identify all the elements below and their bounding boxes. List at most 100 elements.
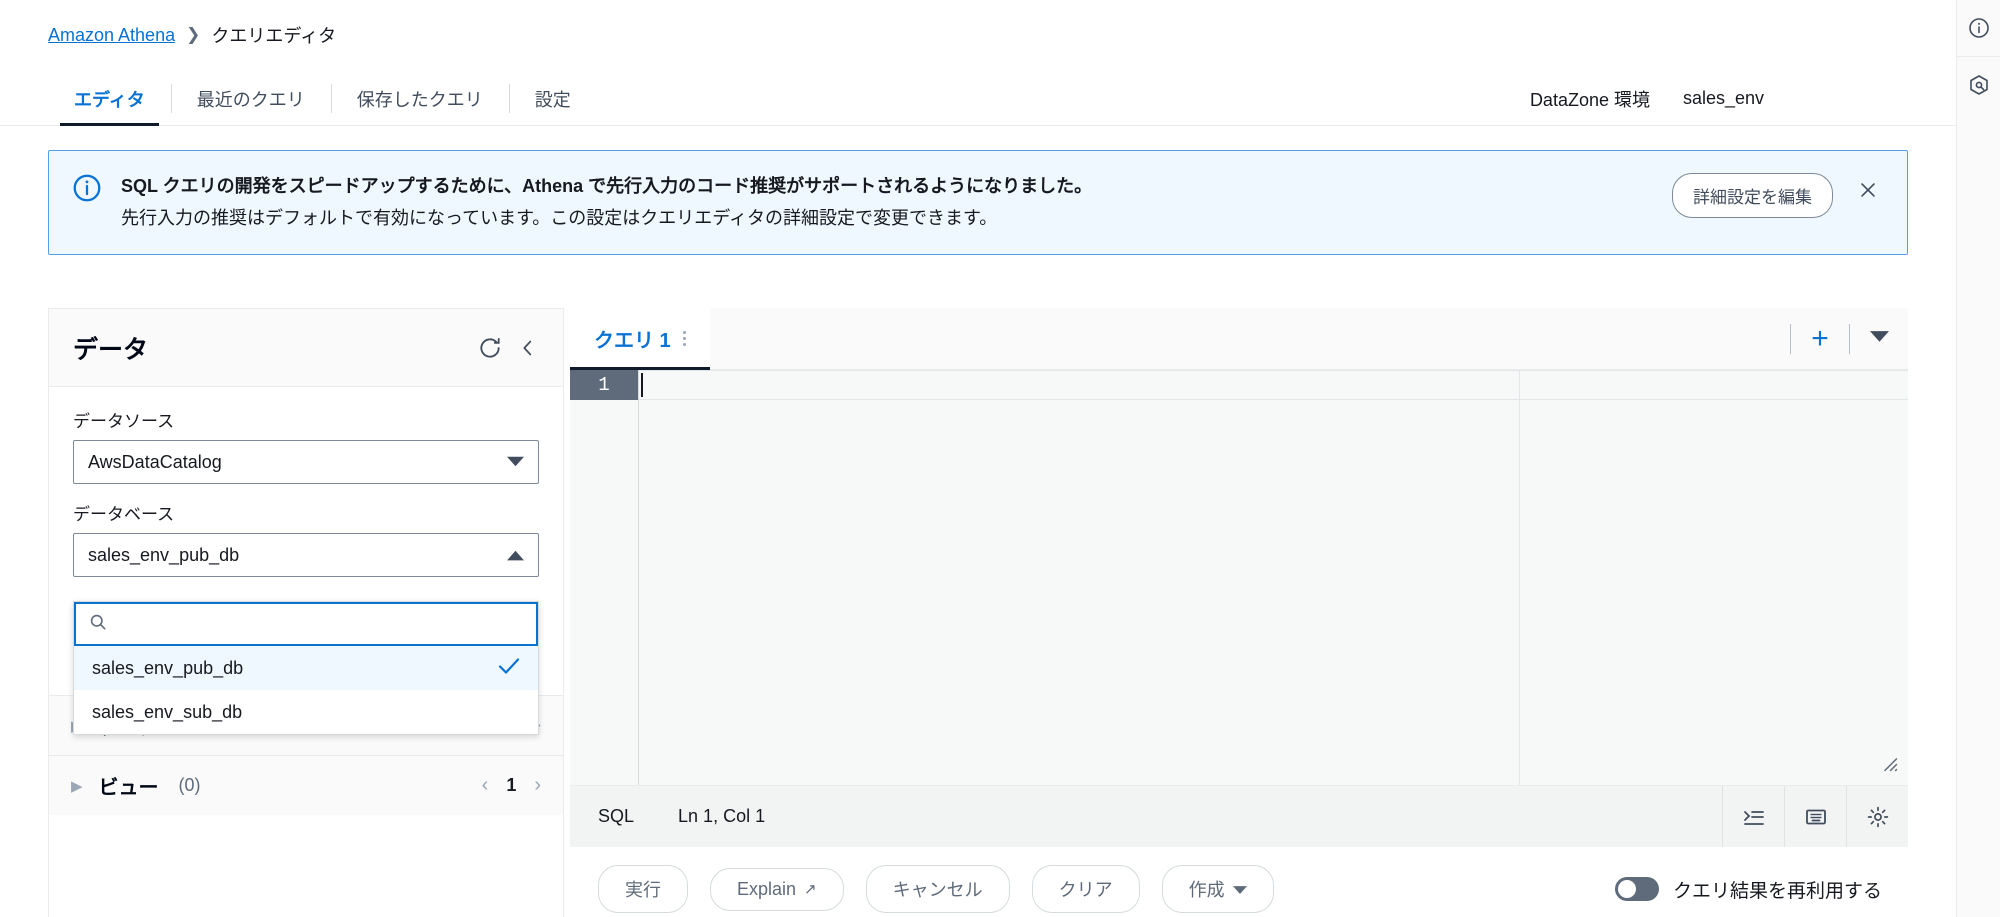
keyboard-icon[interactable] [1784, 785, 1846, 848]
code-editor[interactable]: 1 [570, 370, 1908, 785]
views-page-number: 1 [506, 775, 517, 795]
tab-recent-queries-label: 最近のクエリ [196, 89, 305, 110]
explain-button[interactable]: Explain ↗ [710, 867, 844, 911]
explain-label: Explain [737, 878, 797, 899]
main-content: Amazon Athena ❯ クエリエディタ エディタ 最近のクエリ 保存した… [0, 0, 1956, 917]
banner-actions: 詳細設定を編集 [1672, 171, 1885, 232]
edit-advanced-settings-button[interactable]: 詳細設定を編集 [1672, 173, 1833, 218]
page-title: データ [73, 335, 149, 364]
right-rail [1956, 0, 2000, 917]
close-icon[interactable] [1851, 173, 1885, 207]
database-select[interactable]: sales_env_pub_db [73, 533, 539, 577]
add-query-tab-button[interactable]: + [1791, 308, 1849, 370]
cancel-button[interactable]: キャンセル [865, 865, 1010, 913]
query-tab-bar: クエリ 1 + [570, 308, 1908, 370]
chevron-left-icon[interactable] [517, 337, 539, 359]
breadcrumb-link-amazon-athena[interactable]: Amazon Athena [48, 25, 175, 46]
code-surface[interactable] [638, 370, 1908, 785]
reuse-results-label: クエリ結果を再利用する [1672, 880, 1882, 902]
primary-tabs: エディタ 最近のクエリ 保存したクエリ 設定 DataZone 環境 sales… [0, 72, 1956, 126]
database-label: データベース [73, 505, 175, 524]
datazone-environment: DataZone 環境 sales_env [1529, 78, 1900, 119]
status-bar-actions [1722, 785, 1908, 848]
breadcrumb-separator-icon: ❯ [186, 25, 201, 44]
views-pager: ‹ 1 › [482, 774, 541, 797]
query-editor-panel: クエリ 1 + 1 SQL Ln 1, Col 1 実行 Explain ↗ キ… [570, 308, 1908, 917]
tab-saved-queries-label: 保存したクエリ [356, 89, 483, 110]
database-value: sales_env_pub_db [88, 544, 240, 565]
active-line-highlight [639, 370, 1908, 400]
banner-title: SQL クエリの開発をスピードアップするために、Athena で先行入力のコード… [121, 176, 1093, 196]
datasource-value: AwsDataCatalog [88, 451, 222, 472]
chevron-down-icon [507, 452, 524, 473]
database-option-sales-env-pub-db[interactable]: sales_env_pub_db [74, 646, 538, 690]
datazone-label: DataZone 環境 [1529, 89, 1650, 110]
breadcrumb: Amazon Athena ❯ クエリエディタ [0, 0, 1956, 48]
clear-label: クリア [1058, 880, 1113, 900]
database-option-label: sales_env_pub_db [92, 657, 244, 678]
create-label: 作成 [1188, 880, 1225, 900]
banner-description: 先行入力の推奨はデフォルトで有効になっています。この設定はクエリエディタの詳細設… [121, 208, 998, 229]
cancel-label: キャンセル [892, 880, 983, 900]
database-dropdown: sales_env_pub_db sales_env_sub_db [73, 601, 539, 735]
clear-button[interactable]: クリア [1031, 865, 1140, 913]
format-icon[interactable] [1722, 785, 1784, 848]
database-search-row[interactable] [74, 602, 538, 646]
tab-recent-queries[interactable]: 最近のクエリ [170, 72, 331, 125]
status-language: SQL [598, 806, 635, 826]
query-tab-1[interactable]: クエリ 1 [570, 308, 710, 370]
search-icon [88, 612, 108, 637]
section-views-count: (0) [178, 775, 201, 795]
settings-hex-icon[interactable] [1957, 57, 2000, 113]
triangle-right-icon[interactable]: ▶ [71, 777, 83, 795]
database-option-sales-env-sub-db[interactable]: sales_env_sub_db [74, 690, 538, 734]
plus-icon: + [1811, 321, 1829, 355]
chevron-down-icon [1869, 330, 1889, 348]
create-button[interactable]: 作成 [1161, 865, 1274, 913]
run-query-button[interactable]: 実行 [598, 865, 688, 913]
refresh-icon[interactable] [477, 335, 503, 361]
banner-body: SQL クエリの開発をスピードアップするために、Athena で先行入力のコード… [121, 171, 1654, 232]
status-cursor-position: Ln 1, Col 1 [678, 806, 766, 826]
views-next-page-icon[interactable]: › [534, 774, 541, 797]
data-panel-body: データソース AwsDataCatalog データベース sales_env_p… [49, 387, 563, 735]
database-option-label: sales_env_sub_db [92, 701, 243, 722]
chevron-down-icon [1232, 879, 1247, 900]
section-views[interactable]: ▶ ビュー (0) ‹ 1 › [49, 755, 563, 815]
tab-editor[interactable]: エディタ [48, 72, 171, 126]
datasource-label: データソース [73, 412, 175, 431]
tab-saved-queries[interactable]: 保存したクエリ [330, 72, 509, 125]
editor-resize-handle[interactable] [1880, 754, 1898, 777]
query-tab-1-label: クエリ 1 [594, 330, 671, 352]
info-banner: SQL クエリの開発をスピードアップするために、Athena で先行入力のコード… [48, 150, 1908, 256]
views-prev-page-icon[interactable]: ‹ [482, 774, 489, 797]
text-caret [641, 373, 643, 397]
kebab-menu-icon[interactable] [682, 331, 686, 346]
tab-editor-label: エディタ [74, 89, 145, 110]
check-icon [498, 657, 520, 680]
datasource-select[interactable]: AwsDataCatalog [73, 440, 539, 484]
tab-settings-label: 設定 [534, 89, 571, 110]
query-tabs-overflow-button[interactable] [1850, 308, 1908, 370]
content-split: データ データソース AwsDataCatalog データベース sales_e… [48, 308, 1908, 917]
line-number: 1 [570, 370, 638, 400]
line-number-gutter: 1 [570, 370, 638, 785]
editor-action-bar: 実行 Explain ↗ キャンセル クリア 作成 クエリ結果を再利用する [570, 847, 1908, 917]
database-search-input[interactable] [118, 613, 524, 635]
athena-query-editor-page: Amazon Athena ❯ クエリエディタ エディタ 最近のクエリ 保存した… [0, 0, 2000, 917]
reuse-results-toggle[interactable] [1614, 877, 1659, 901]
reuse-results-toggle-group: クエリ結果を再利用する [1614, 876, 1908, 903]
run-query-label: 実行 [625, 880, 661, 900]
gear-icon[interactable] [1846, 785, 1908, 848]
info-icon [71, 172, 103, 232]
breadcrumb-current: クエリエディタ [211, 26, 337, 46]
external-link-icon: ↗ [804, 881, 817, 898]
datazone-value[interactable]: sales_env [1668, 78, 1900, 119]
tab-settings[interactable]: 設定 [508, 72, 597, 125]
editor-status-bar: SQL Ln 1, Col 1 [570, 785, 1908, 848]
chevron-up-icon [507, 545, 524, 566]
info-circle-icon[interactable] [1957, 0, 2000, 56]
section-views-label: ビュー [98, 777, 159, 799]
editor-vertical-rule [1519, 370, 1520, 785]
toggle-knob [1617, 880, 1636, 898]
